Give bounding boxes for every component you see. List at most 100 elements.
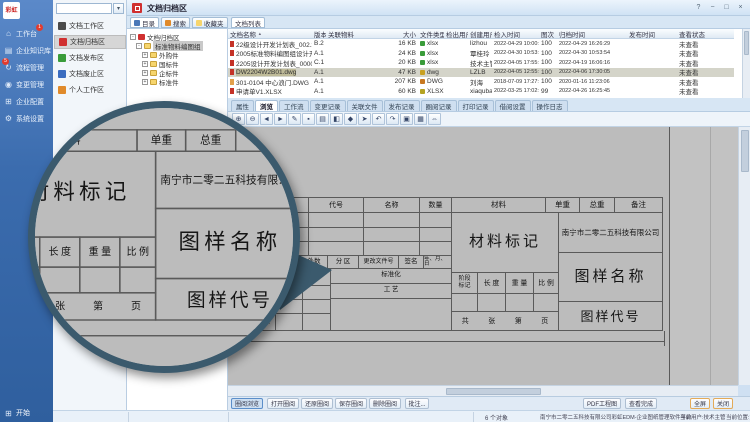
tb-material-mark: 材料标记 [451, 212, 559, 273]
tab-related-files[interactable]: 关联文件 [347, 100, 383, 111]
grid-icon[interactable]: ▦ [414, 113, 427, 125]
expand-icon[interactable]: + [142, 79, 148, 85]
expand-icon[interactable]: + [142, 61, 148, 67]
layers-icon[interactable]: ▤ [316, 113, 329, 125]
doc-icon [230, 79, 234, 85]
pdf-drawing-button[interactable]: PDF工程图 [583, 398, 621, 409]
filetype-icon [420, 89, 425, 94]
workspace-item-publish[interactable]: 文档发布区 [54, 51, 126, 65]
crop-icon[interactable]: ◧ [330, 113, 343, 125]
workspace-search-input[interactable] [56, 3, 112, 14]
doc-icon [230, 50, 234, 56]
save-review-button[interactable]: 保存圈阅 [335, 398, 367, 409]
column-header-archive-time[interactable]: 归档时间 [557, 29, 627, 38]
redo-icon[interactable]: ↷ [386, 113, 399, 125]
view-done-button[interactable]: 查看完成 [625, 398, 657, 409]
restore-review-button[interactable]: 还原圈阅 [301, 398, 333, 409]
tree-node-child[interactable]: + 标准件 [142, 77, 179, 86]
tb-name-header: 名称 [363, 197, 420, 213]
close-viewer-button[interactable]: 关闭 [713, 398, 733, 409]
fullscreen-button[interactable]: 全屏 [690, 398, 710, 409]
search-dropdown-button[interactable]: ▾ [113, 3, 124, 14]
folder-icon [150, 61, 157, 67]
tb-empty-cell [477, 293, 506, 312]
sidebar-item-change[interactable]: ◉变更管理 [4, 78, 52, 91]
column-header-rev[interactable]: 图次 [539, 29, 557, 38]
app-logo: 彩虹 [3, 2, 20, 19]
tab-change-records[interactable]: 变更记录 [310, 100, 346, 111]
tb-weight: 重 量 [505, 272, 534, 294]
sidebar-item-workflow[interactable]: ↻流程管理 [4, 61, 52, 74]
tb-unit-weight-header: 单重 [545, 197, 580, 213]
list-header-row: 文档名称 ▲ 版本 关联物料 大小 文件类型 检出用户 创建用户 检入时间 图次… [228, 29, 734, 39]
column-header-view-status[interactable]: 查看状态 [677, 29, 707, 38]
sidebar-item-knowledge[interactable]: ▤企业知识库 [4, 44, 52, 57]
filetype-icon [420, 70, 425, 75]
sidebar-item-workbench[interactable]: ⌂工作台 [4, 27, 52, 40]
undo-icon[interactable]: ↶ [372, 113, 385, 125]
tab-search[interactable]: 搜索 [161, 17, 190, 28]
file-row[interactable]: 2205设计开发计划表_000001.. C.1 20 KB xlsx 技术主管… [228, 58, 734, 68]
restore-button[interactable]: □ [720, 2, 733, 13]
color-swatch-icon[interactable]: ▪ [302, 113, 315, 125]
sidebar-item-enterprise-config[interactable]: ⊞企业配置 [4, 95, 52, 108]
workspace-icon [58, 70, 66, 78]
tab-review-records[interactable]: 圈阅记录 [421, 100, 457, 111]
tb-note-header: 备注 [235, 129, 300, 152]
column-header-size[interactable]: 大小 [388, 29, 418, 38]
list-scrollbar[interactable] [742, 29, 750, 98]
open-review-button[interactable]: 打开圈阅 [267, 398, 299, 409]
column-header-name[interactable]: 文档名称 ▲ [228, 29, 312, 38]
start-button[interactable]: ⊞开始 [4, 408, 30, 418]
collapse-icon[interactable]: - [136, 43, 142, 49]
expand-icon[interactable]: + [142, 70, 148, 76]
help-button[interactable]: ? [692, 2, 705, 13]
delete-review-button[interactable]: 删除圈阅 [369, 398, 401, 409]
column-header-publish-time[interactable]: 发布时间 [627, 29, 677, 38]
collapse-icon[interactable]: - [130, 34, 136, 40]
fit-width-icon[interactable]: ⇔ [428, 113, 441, 125]
column-header-filetype[interactable]: 文件类型 [418, 29, 444, 38]
column-header-create-user[interactable]: 创建用户 [468, 29, 492, 38]
viewer-vertical-scrollbar[interactable] [738, 127, 750, 385]
workspace-item-obsolete[interactable]: 文档废止区 [54, 67, 126, 81]
tab-catalog[interactable]: 目录 [130, 17, 159, 28]
workspace-label: 文档工作区 [69, 21, 104, 31]
annotate-button[interactable]: 批注... [405, 398, 429, 409]
workspace-item-work[interactable]: 文档工作区 [54, 19, 126, 33]
file-row[interactable]: 2005标准物料编图组设计开.. A.1 24 KB xlsx 覃桂玲 2022… [228, 49, 734, 59]
workspace-item-archive[interactable]: 文档归档区 [54, 35, 126, 49]
pointer-icon[interactable]: ➤ [358, 113, 371, 125]
tb-company-name: 南宁市二零二五科技有限公司 [155, 151, 300, 210]
column-header-checkin-time[interactable]: 检入时间 [492, 29, 539, 38]
file-row[interactable]: 301-0104 中心浪门.DWG A.1 207 KB DWG 刘海 2018… [228, 77, 734, 87]
minimize-button[interactable]: − [706, 2, 719, 13]
review-browse-button[interactable]: 圈阅浏览 [231, 398, 263, 409]
tab-borrow-settings[interactable]: 借阅设置 [495, 100, 531, 111]
expand-icon[interactable]: + [142, 52, 148, 58]
file-row[interactable]: 申请单V1.XLSX A.1 60 KB XLSX xiaqubai 2022-… [228, 87, 734, 97]
tab-label: 搜索 [173, 18, 186, 28]
marker-icon[interactable]: ◆ [344, 113, 357, 125]
folder-icon [150, 52, 157, 58]
config-icon: ⊞ [4, 97, 13, 106]
close-window-button[interactable]: × [734, 2, 747, 13]
column-header-version[interactable]: 版本 [312, 29, 326, 38]
tab-print-records[interactable]: 打印记录 [458, 100, 494, 111]
frame-icon[interactable]: ▣ [400, 113, 413, 125]
workspace-item-personal[interactable]: 个人工作区 [54, 83, 126, 97]
column-header-checkout-user[interactable]: 检出用户 [444, 29, 468, 38]
tb-material-header: 材料 [28, 129, 138, 152]
column-header-material[interactable]: 关联物料 [326, 29, 388, 38]
file-row-selected[interactable]: DW2204W2B01.dwg A.1 47 KB dwg LZLB 2022-… [228, 68, 734, 78]
doc-icon [230, 69, 234, 75]
viewer-horizontal-scrollbar[interactable] [228, 385, 738, 396]
tab-operation-log[interactable]: 操作日志 [532, 100, 568, 111]
tab-document-list[interactable]: 文档列表 [231, 17, 265, 28]
tb-stage-mark: 阶段标记 [451, 272, 478, 294]
tb-material-mark: 材料标记 [28, 151, 156, 238]
tab-publish-records[interactable]: 发布记录 [384, 100, 420, 111]
filetype-icon [420, 60, 425, 65]
file-row[interactable]: 22级设计开发计划表_002.xlsx B.2 16 KB xlsx lizho… [228, 39, 734, 49]
tab-favorites[interactable]: 收藏夹 [192, 17, 228, 28]
